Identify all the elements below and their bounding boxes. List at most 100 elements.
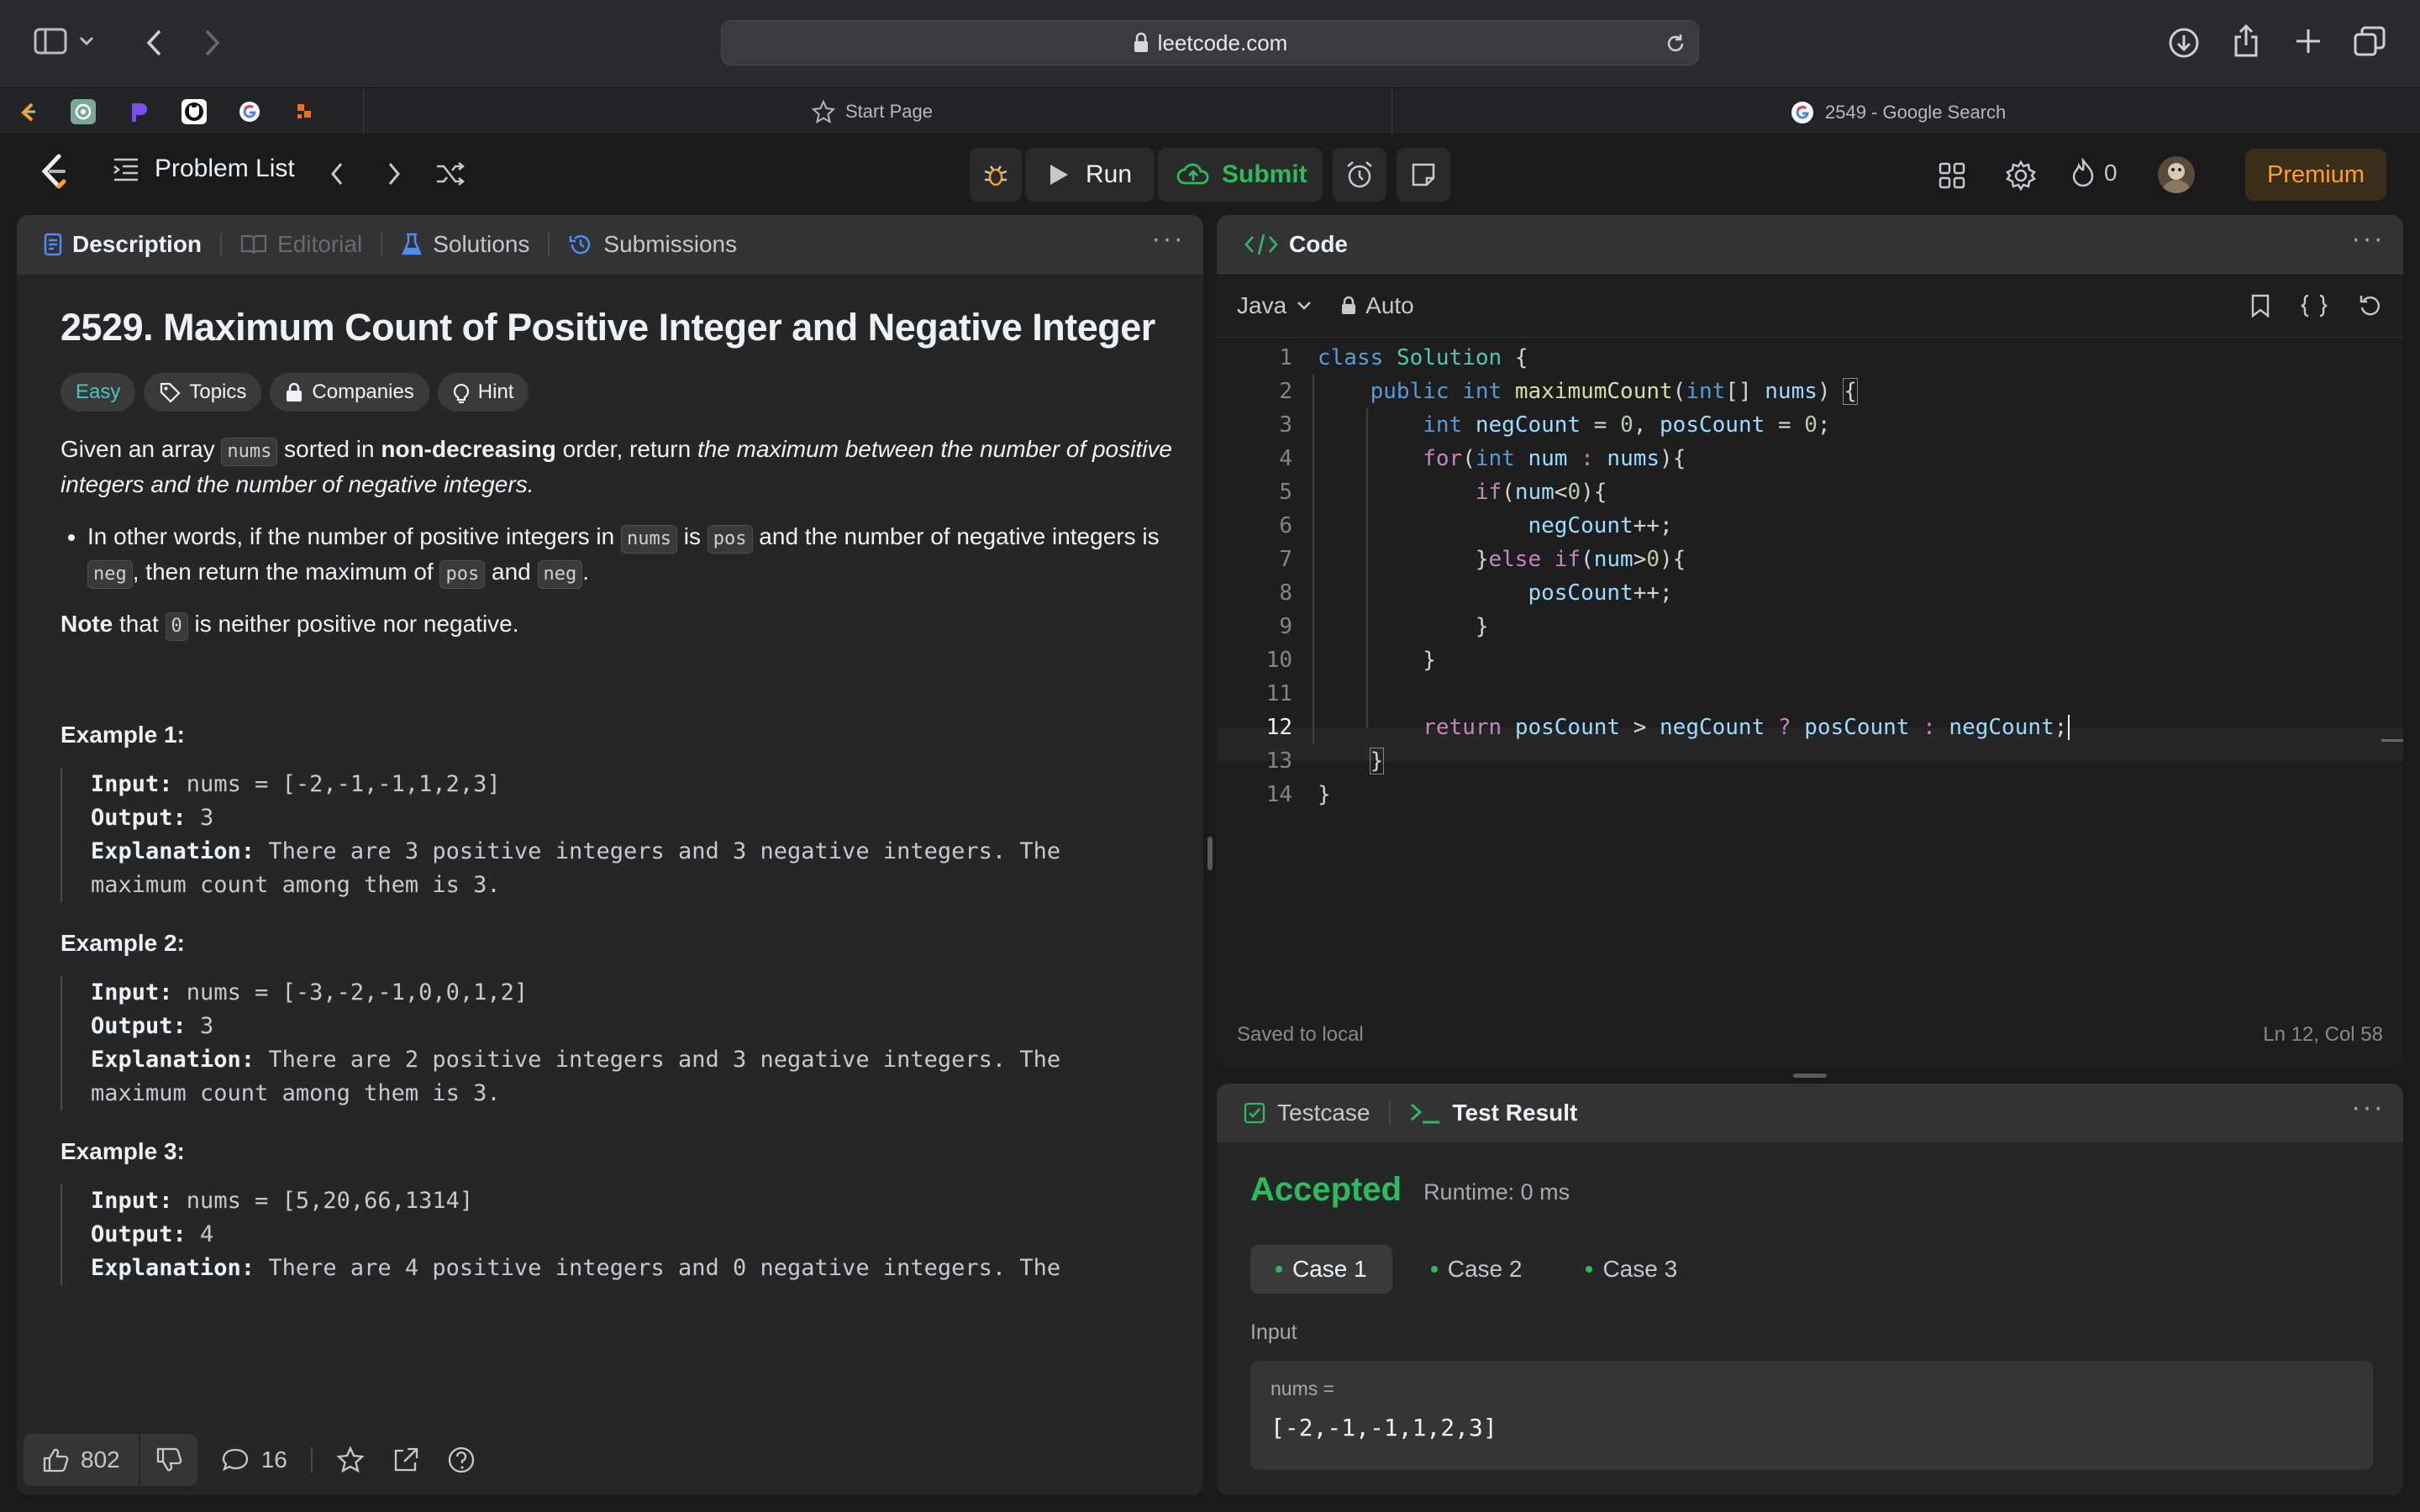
tab-test-result-label: Test Result [1452, 1100, 1578, 1126]
more-icon[interactable]: ··· [2351, 224, 2385, 253]
hint-label: Hint [477, 381, 514, 403]
tab-solutions[interactable]: Solutions [401, 231, 529, 258]
case-1-tab[interactable]: Case 1 [1250, 1245, 1392, 1294]
result-summary: Accepted Runtime: 0 ms [1250, 1171, 1570, 1209]
debug-button[interactable] [970, 148, 1022, 202]
inline-code: nums [621, 525, 677, 554]
like-button[interactable]: 802 [24, 1434, 139, 1486]
tab-testcase[interactable]: Testcase [1244, 1100, 1370, 1126]
note-paragraph: Note that 0 is neither positive nor nega… [60, 606, 1178, 642]
timer-button[interactable] [1333, 148, 1386, 202]
shuffle-icon[interactable] [435, 161, 466, 186]
pass-dot [1430, 1266, 1438, 1273]
proton-icon[interactable] [126, 99, 151, 124]
tab-google-search[interactable]: 2549 - Google Search [1790, 100, 2006, 125]
case-label: Case 3 [1602, 1256, 1678, 1282]
tab-testcase-label: Testcase [1277, 1100, 1370, 1126]
dislike-button[interactable] [140, 1434, 197, 1486]
list-icon [113, 158, 138, 181]
streak-counter[interactable]: 0 [2070, 158, 2118, 188]
new-tab-icon[interactable] [2294, 27, 2323, 55]
scrollbar-marker [2381, 739, 2403, 742]
layout-icon[interactable] [1938, 161, 1966, 190]
premium-button[interactable]: Premium [2245, 149, 2386, 201]
tab-start-page[interactable]: Start Page [812, 100, 933, 123]
example-3: Input: nums = [5,20,66,1314] Output: 4 E… [60, 1184, 1178, 1285]
topics-chip[interactable]: Topics [144, 373, 262, 412]
more-icon[interactable]: ··· [1151, 224, 1185, 253]
bug-icon [984, 165, 1007, 186]
flask-icon [402, 233, 423, 255]
share-icon[interactable] [392, 1446, 420, 1474]
prev-problem-icon[interactable] [329, 161, 345, 186]
chevron-down-icon [1297, 301, 1312, 310]
bookmark-icon[interactable] [2250, 293, 2270, 318]
tab-editorial[interactable]: Editorial [240, 231, 362, 258]
tab-submissions[interactable]: Submissions [568, 231, 737, 258]
description-bullets: In other words, if the number of positiv… [60, 519, 1178, 590]
leetcode-navbar: Problem List Run Submit 0 Premium [0, 134, 2420, 215]
language-select[interactable]: Java [1237, 292, 1312, 319]
input-value-box[interactable]: nums = [-2,-1,-1,1,2,3] [1250, 1361, 2373, 1470]
tab-strip: Start Page 2549 - Google Search [0, 87, 2420, 135]
case-tabs: Case 1 Case 2 Case 3 [1250, 1245, 1702, 1294]
leetcode-logo[interactable] [39, 153, 69, 192]
save-status: Saved to local [1237, 1023, 1364, 1046]
orange-icon[interactable] [292, 99, 318, 124]
google-icon[interactable] [237, 99, 262, 124]
share-icon[interactable] [2232, 24, 2260, 59]
leetcode-icon[interactable] [15, 99, 40, 124]
submit-button[interactable]: Submit [1158, 148, 1323, 202]
var-value: [-2,-1,-1,1,2,3] [1270, 1414, 1497, 1441]
forward-icon[interactable] [203, 29, 222, 57]
address-bar[interactable]: leetcode.com [721, 20, 1699, 66]
url-text: leetcode.com [1157, 29, 1288, 55]
avatar[interactable] [2158, 156, 2195, 193]
autocomplete-mode[interactable]: Auto [1340, 292, 1414, 319]
more-icon[interactable]: ··· [2351, 1093, 2385, 1121]
alarm-clock-icon [1347, 161, 1372, 188]
case-3-tab[interactable]: Case 3 [1560, 1245, 1702, 1294]
editor-toolbar: Java Auto [1217, 274, 2403, 338]
next-problem-icon[interactable] [387, 161, 402, 186]
sidebar-toggle-button[interactable] [34, 27, 94, 55]
run-button[interactable]: Run [1025, 148, 1155, 202]
github-icon[interactable] [182, 99, 207, 124]
back-icon[interactable] [145, 29, 163, 57]
tab-test-result[interactable]: Test Result [1409, 1100, 1578, 1126]
vertical-resize-handle[interactable] [1207, 837, 1213, 870]
reset-icon[interactable] [2358, 293, 2383, 318]
case-2-tab[interactable]: Case 2 [1406, 1245, 1548, 1294]
lock-icon [287, 382, 302, 402]
description-footer: 802 16 [17, 1425, 1203, 1495]
example-2-heading: Example 2: [60, 930, 185, 956]
problem-title: 2529. Maximum Count of Positive Integer … [60, 306, 1155, 349]
notes-button[interactable] [1397, 148, 1450, 202]
problem-list-button[interactable]: Problem List [113, 155, 295, 183]
format-braces-icon[interactable] [2299, 293, 2329, 318]
comments-button[interactable]: 16 [221, 1446, 287, 1473]
flame-icon [2072, 158, 2094, 187]
case-label: Case 1 [1292, 1256, 1367, 1282]
language-label: Java [1237, 291, 1287, 318]
thumbs-down-icon [156, 1447, 182, 1472]
tab-overview-icon[interactable] [2353, 25, 2386, 57]
companies-chip[interactable]: Companies [270, 373, 429, 412]
horizontal-resize-handle[interactable] [1793, 1074, 1827, 1078]
help-icon[interactable] [447, 1446, 476, 1474]
test-result-panel: Testcase Test Result ··· Accepted Runtim… [1217, 1084, 2403, 1495]
example-1: Input: nums = [-2,-1,-1,1,2,3] Output: 3… [60, 768, 1178, 902]
description-panel: Description Editorial Solutions Submissi… [17, 215, 1203, 1495]
reload-icon[interactable] [1665, 33, 1686, 55]
hint-chip[interactable]: Hint [437, 373, 529, 412]
problem-tags: Easy Topics Companies Hint [60, 373, 1178, 412]
tab-editorial-label: Editorial [277, 230, 363, 257]
code-editor[interactable]: 1 2 3 4 5 6 7 8 9 10 11 12 13 14 class S… [1217, 341, 2403, 1030]
chatgpt-icon[interactable] [71, 99, 96, 124]
favorite-star-icon[interactable] [336, 1446, 365, 1474]
vote-group: 802 [24, 1434, 197, 1486]
tab-description[interactable]: Description [44, 231, 202, 258]
lightbulb-icon [453, 383, 469, 403]
settings-gear-icon[interactable] [2005, 160, 2037, 192]
downloads-icon[interactable] [2168, 27, 2200, 59]
